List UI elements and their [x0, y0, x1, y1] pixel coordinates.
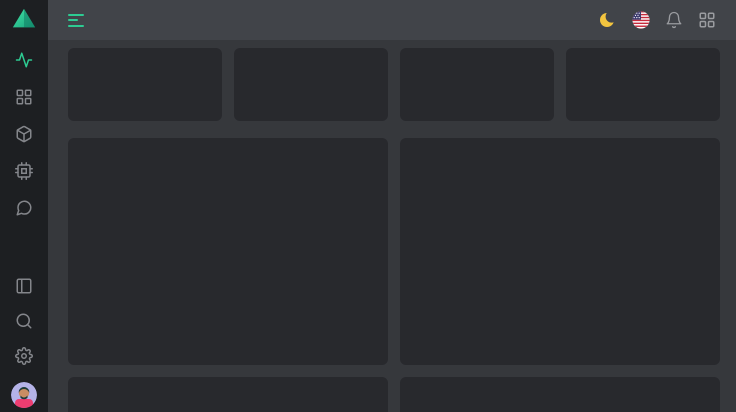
us-flag-icon[interactable]	[632, 11, 650, 29]
chat-icon[interactable]	[15, 199, 33, 217]
bell-icon[interactable]	[665, 11, 683, 29]
revenue-substats	[82, 157, 374, 160]
cpu-icon[interactable]	[15, 162, 33, 180]
header	[48, 0, 736, 40]
moon-icon[interactable]	[599, 11, 617, 29]
search-icon[interactable]	[15, 312, 33, 330]
sparkline-chart	[234, 85, 388, 121]
sidebar-layout-icon[interactable]	[15, 277, 33, 295]
box-icon[interactable]	[15, 125, 33, 143]
menu-toggle-icon[interactable]	[68, 14, 85, 27]
sales-revenue-card-donut	[68, 377, 388, 412]
user-avatar[interactable]	[11, 382, 37, 408]
revenue-cards-row	[68, 138, 720, 365]
revenue-line-chart	[82, 165, 374, 307]
sidebar	[0, 0, 48, 412]
apps-grid-icon[interactable]	[698, 11, 716, 29]
settings-icon[interactable]	[15, 347, 33, 365]
revenue-card-daily	[400, 138, 720, 365]
stat-cards-row	[68, 48, 720, 121]
donut-chart	[288, 383, 378, 412]
stat-card-total-sales	[68, 48, 222, 121]
sparkline-chart	[400, 85, 554, 121]
activity-icon[interactable]	[15, 51, 33, 69]
sidebar-nav	[15, 51, 33, 217]
sparkline-chart	[566, 85, 720, 121]
sales-revenue-card-gauge	[400, 377, 720, 412]
revenue-card-monthly	[68, 138, 388, 365]
bottom-cards-row	[68, 377, 720, 412]
header-actions	[599, 11, 716, 29]
main-area	[48, 0, 736, 412]
stat-card-total-orders	[400, 48, 554, 121]
revenue-substats	[414, 157, 706, 160]
stat-card-total-profit	[234, 48, 388, 121]
stat-card-consolidated-profit	[566, 48, 720, 121]
sparkline-chart	[68, 85, 222, 121]
gauge-chart	[604, 383, 694, 412]
app-logo-icon[interactable]	[11, 7, 37, 29]
sidebar-bottom-nav	[11, 277, 37, 412]
dashboard-grid-icon[interactable]	[15, 88, 33, 106]
revenue-area-chart	[414, 165, 706, 307]
content	[48, 40, 736, 412]
